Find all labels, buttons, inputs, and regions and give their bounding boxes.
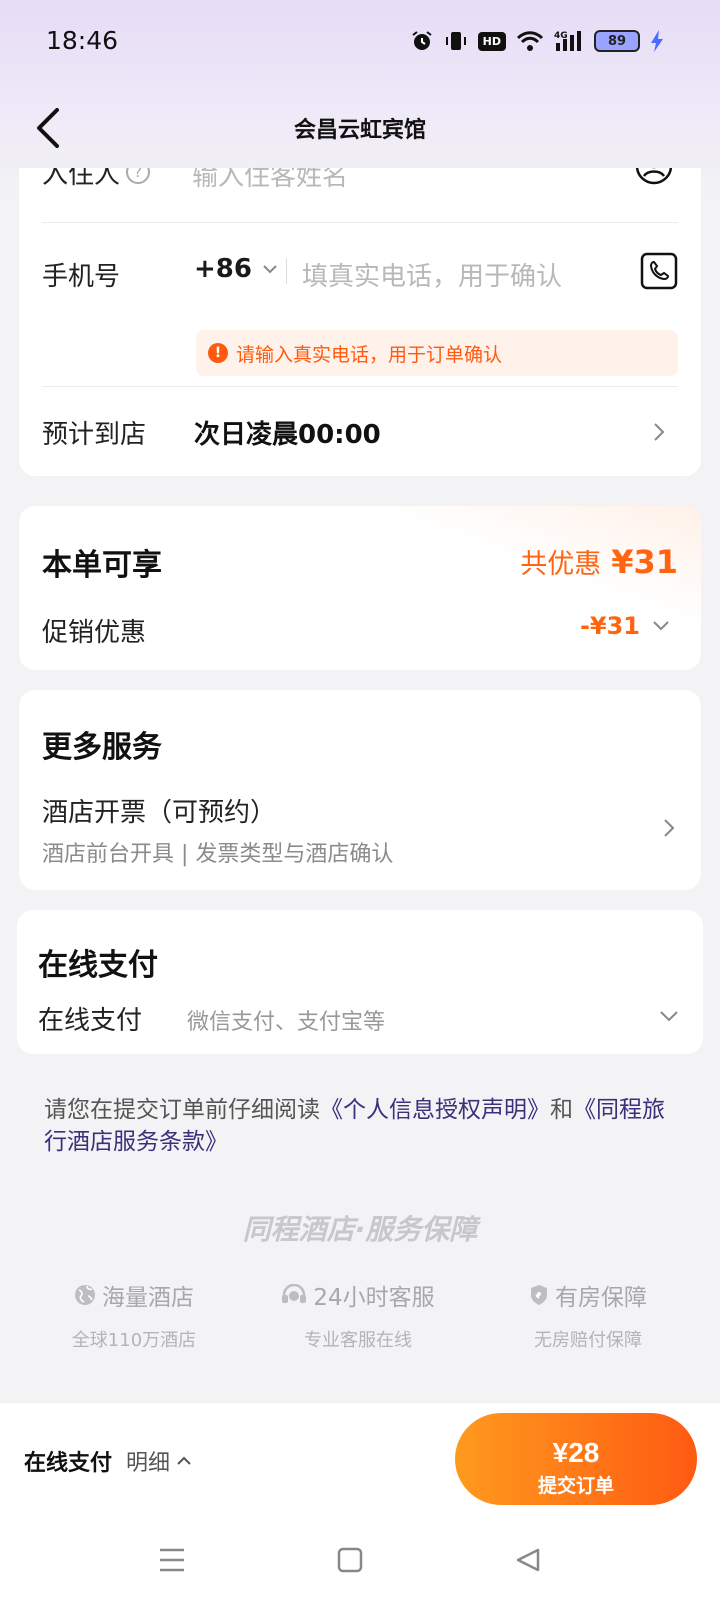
promo-label: 促销优惠 [42,618,147,648]
battery-icon: 89 [594,30,640,52]
guest-row-clip: 入住人 ? 输入住客姓名 [0,168,720,208]
chevron-down-icon [263,265,277,274]
phone-input[interactable]: 填真实电话，用于确认 [302,256,562,293]
globe-icon [75,1285,95,1305]
shield-icon [531,1285,547,1305]
payment-method-label: 在线支付 [38,1006,143,1036]
invoice-row[interactable]: 酒店开票（可预约） 酒店前台开具 | 发票类型与酒店确认 [19,780,701,880]
chevron-right-icon [654,423,665,441]
promo-amount: -¥31 [579,612,640,640]
home-icon [337,1547,363,1573]
alarm-icon [410,29,434,53]
services-title: 更多服务 [42,730,162,765]
page-title: 会昌云虹宾馆 [293,118,426,143]
guarantee-sub: 无房赔付保障 [534,1330,642,1351]
discount-total: 共优惠 ¥31 [520,542,678,581]
country-code-select[interactable]: +86 [194,254,278,284]
privacy-statement-link[interactable]: 《个人信息授权声明》 [320,1097,550,1123]
guarantee-head: 24小时客服 [313,1285,435,1311]
phone-warning: ! 请输入真实电话，用于订单确认 [196,330,678,376]
charging-icon [650,29,664,53]
guarantee-title: 同程酒店·服务保障 [242,1213,478,1246]
discount-total-amount: ¥31 [611,543,678,581]
guarantee-item: 有房保障 无房赔付保障 [478,1278,698,1352]
agreement-prefix: 请您在提交订单前仔细阅读 [44,1097,320,1123]
status-time: 18:46 [46,26,119,55]
phone-contact-icon[interactable] [640,252,678,294]
guarantee-item: 海量酒店 全球110万酒店 [24,1278,244,1352]
guest-label: 入住人 [42,168,121,190]
menu-icon [160,1548,184,1572]
status-bar: 18:46 HD 4G 89 [0,0,720,84]
status-icons: HD 4G 89 [410,26,664,56]
signal-icon: 4G [554,29,584,53]
payment-method-value: 微信支付、支付宝等 [187,1010,386,1035]
guest-name-input[interactable]: 输入住客姓名 [192,168,348,193]
vibrate-icon [444,29,468,53]
home-button[interactable] [330,1542,370,1578]
invoice-label: 酒店开票（可预约） [42,798,277,828]
discount-total-label: 共优惠 [520,549,602,580]
price-detail-button[interactable]: 明细 [126,1445,192,1477]
detail-label: 明细 [126,1451,171,1476]
headset-icon [282,1284,307,1303]
submit-price: ¥28 [552,1436,600,1468]
payment-method-row[interactable]: 在线支付 微信支付、支付宝等 [17,990,703,1046]
help-icon[interactable]: ? [126,168,150,184]
contact-book-icon[interactable] [634,168,674,190]
wifi-icon [516,29,544,53]
divider [42,386,678,387]
guarantee-head: 有房保障 [555,1285,647,1311]
system-nav-bar [0,1514,720,1604]
chevron-up-icon [177,1456,191,1465]
guarantee-head: 海量酒店 [102,1285,194,1311]
back-triangle-icon [516,1548,540,1572]
submit-order-button[interactable]: ¥28 提交订单 [455,1413,697,1505]
nav-bar: 会昌云虹宾馆 [0,88,720,168]
chevron-down-icon [660,1011,678,1022]
guarantee-sub: 全球110万酒店 [71,1330,197,1351]
agreement-text: 请您在提交订单前仔细阅读《个人信息授权声明》和《同程旅行酒店服务条款》 [44,1094,684,1158]
agreement-middle: 和 [550,1097,573,1123]
guarantee-item: 24小时客服 专业客服在线 [248,1278,468,1352]
pay-method-label: 在线支付 [24,1451,113,1476]
phone-warning-text: 请输入真实电话，用于订单确认 [236,343,503,366]
divider [286,258,287,284]
discount-title: 本单可享 [42,548,162,583]
back-nav-button[interactable] [508,1542,548,1578]
phone-label: 手机号 [42,262,121,292]
guarantee-sub: 专业客服在线 [304,1330,412,1351]
chevron-right-icon [664,819,675,837]
payment-title: 在线支付 [38,948,158,983]
country-code: +86 [194,254,252,284]
menu-button[interactable] [152,1542,192,1578]
invoice-subtext: 酒店前台开具 | 发票类型与酒店确认 [42,842,394,867]
chevron-down-icon[interactable] [652,620,670,632]
arrival-time-row[interactable]: 预计到店 次日凌晨00:00 [19,392,701,470]
hd-icon: HD [477,31,506,51]
bottom-action-bar: 在线支付 明细 ¥28 提交订单 [0,1402,720,1514]
arrival-label: 预计到店 [42,420,147,450]
submit-label: 提交订单 [537,1475,614,1497]
info-icon: ! [208,343,228,363]
arrival-value: 次日凌晨00:00 [194,420,381,450]
divider [42,222,678,223]
